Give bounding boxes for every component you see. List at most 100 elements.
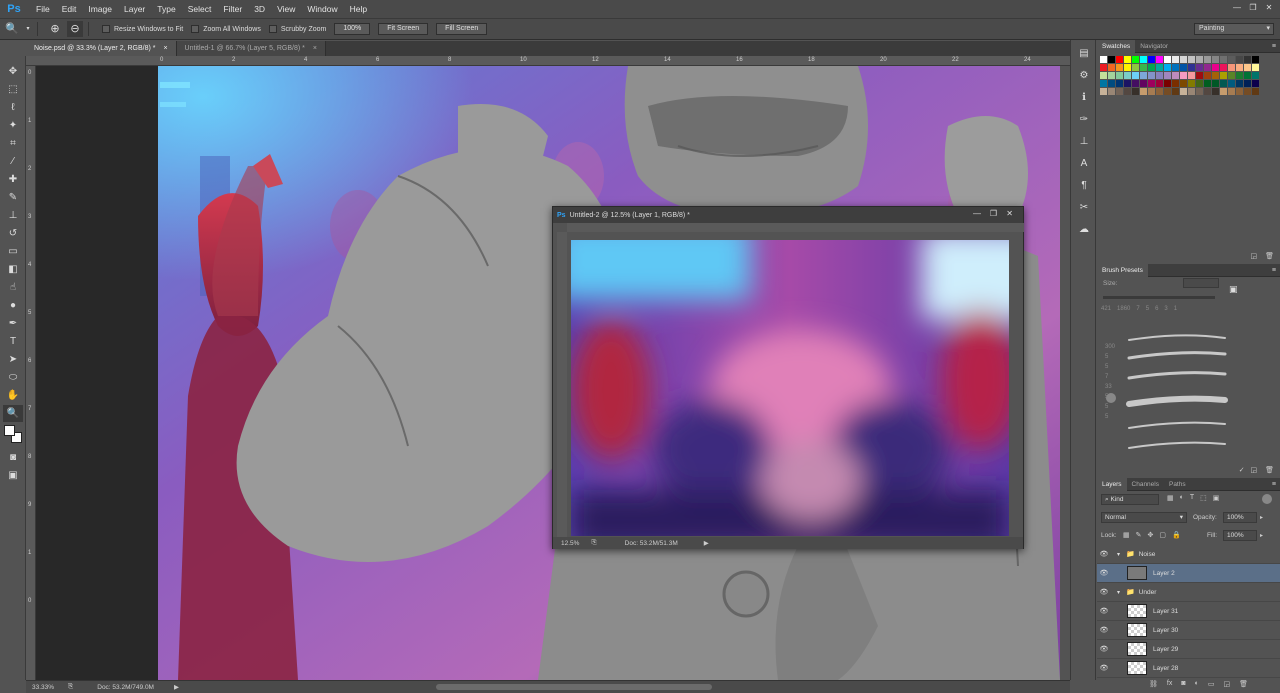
adjustment-layer-icon[interactable]: ◐ [1195,680,1199,688]
swatch[interactable] [1252,72,1259,79]
zoom-in-icon[interactable]: ⊕ [47,21,63,37]
swatch[interactable] [1172,80,1179,87]
visibility-eye-icon[interactable]: 👁 [1097,569,1111,577]
swatch[interactable] [1124,72,1131,79]
swatch[interactable] [1148,88,1155,95]
swatch[interactable] [1196,56,1203,63]
menu-filter[interactable]: Filter [217,0,248,19]
layer-filter-kind[interactable]: ⌕ Kind [1101,494,1159,505]
status-menu-arrow-icon[interactable]: ▶ [174,683,179,691]
swatch[interactable] [1244,56,1251,63]
menu-3d[interactable]: 3D [248,0,271,19]
swatch[interactable] [1212,56,1219,63]
visibility-eye-icon[interactable]: 👁 [1097,664,1111,672]
marquee-tool-icon[interactable]: ⬚ [3,81,23,98]
brush-tip-size[interactable]: 1860 [1117,306,1130,312]
paint-bucket-tool-icon[interactable]: ◧ [3,261,23,278]
zoom-100-button[interactable]: 100% [334,23,371,35]
lock-all-icon[interactable]: 🔒 [1172,531,1181,539]
trash-icon[interactable]: 🗑 [1265,253,1274,260]
healing-brush-tool-icon[interactable]: ✚ [3,171,23,188]
swatch[interactable] [1148,56,1155,63]
lock-position-icon[interactable]: ✥ [1148,531,1154,539]
visibility-eye-icon[interactable]: 👁 [1097,588,1111,596]
minimize-icon[interactable]: — [1230,1,1244,14]
swatch[interactable] [1132,64,1139,71]
brush-tip-size[interactable]: 1 [1174,306,1177,312]
lasso-tool-icon[interactable]: ℓ [3,99,23,116]
type-tool-icon[interactable]: T [3,333,23,350]
close-icon[interactable]: ✕ [1006,209,1013,218]
workspace-select[interactable]: Painting ▾ [1194,23,1274,35]
tab-layers[interactable]: Layers [1097,477,1127,491]
lock-transparent-icon[interactable]: ▦ [1123,531,1130,539]
menu-window[interactable]: Window [301,0,343,19]
swatch[interactable] [1252,64,1259,71]
swatch[interactable] [1148,72,1155,79]
group-expand-icon[interactable]: ▾ [1117,551,1120,558]
swatch[interactable] [1252,56,1259,63]
pen-tool-icon[interactable]: ✒ [3,315,23,332]
swatch[interactable] [1212,64,1219,71]
swatch[interactable] [1244,80,1251,87]
history-icon[interactable]: ▤ [1075,46,1093,62]
magic-wand-tool-icon[interactable]: ✦ [3,117,23,134]
swatch[interactable] [1172,88,1179,95]
swatch[interactable] [1164,56,1171,63]
swatch[interactable] [1108,72,1115,79]
swatch[interactable] [1188,56,1195,63]
properties-icon[interactable]: ⚙ [1075,68,1093,84]
swatch[interactable] [1220,80,1227,87]
quick-mask-icon[interactable]: ◙ [3,449,23,466]
swatch[interactable] [1116,88,1123,95]
fill-chevron-icon[interactable]: ▸ [1260,532,1263,539]
swatch[interactable] [1188,72,1195,79]
swatch[interactable] [1116,72,1123,79]
layer-mask-icon[interactable]: ◙ [1181,680,1185,688]
swatch[interactable] [1172,72,1179,79]
swatch[interactable] [1180,72,1187,79]
swatch[interactable] [1236,80,1243,87]
zoom-tool-icon[interactable]: 🔍 [4,21,20,37]
screen-mode-icon[interactable]: ▣ [3,467,23,484]
swatch[interactable] [1212,80,1219,87]
swatch[interactable] [1124,56,1131,63]
trash-icon[interactable]: 🗑 [1265,467,1274,474]
pixel-filter-icon[interactable]: ▦ [1167,494,1174,502]
info-icon[interactable]: ℹ [1075,90,1093,106]
zoom-all-windows-checkbox[interactable]: Zoom All Windows [191,25,261,33]
tab-noise-psd[interactable]: Noise.psd @ 33.3% (Layer 2, RGB/8) * × [26,41,177,56]
swatch[interactable] [1108,80,1115,87]
swatch[interactable] [1100,64,1107,71]
type-filter-icon[interactable]: T [1190,494,1194,502]
swatch[interactable] [1132,88,1139,95]
new-layer-icon[interactable]: ◲ [1223,680,1230,688]
swatch[interactable] [1100,56,1107,63]
swatch[interactable] [1220,64,1227,71]
clone-source-icon[interactable]: ⊥ [1075,134,1093,150]
tab-untitled-1[interactable]: Untitled-1 @ 66.7% (Layer 5, RGB/8) * × [176,41,326,56]
status-menu-arrow-icon[interactable]: ▶ [704,539,709,547]
swatch[interactable] [1204,80,1211,87]
eraser-tool-icon[interactable]: ▭ [3,243,23,260]
swatch[interactable] [1116,80,1123,87]
swatch[interactable] [1132,80,1139,87]
swatch[interactable] [1140,72,1147,79]
visibility-eye-icon[interactable]: 👁 [1097,626,1111,634]
swatch[interactable] [1228,72,1235,79]
swatch[interactable] [1188,80,1195,87]
smudge-tool-icon[interactable]: ☝ [3,279,23,296]
resize-windows-checkbox[interactable]: Resize Windows to Fit [102,25,183,33]
swatch[interactable] [1100,80,1107,87]
zoom-out-icon[interactable]: ⊖ [67,21,83,37]
tab-navigator[interactable]: Navigator [1135,40,1173,53]
swatch[interactable] [1148,80,1155,87]
swatch[interactable] [1244,72,1251,79]
swatch[interactable] [1220,88,1227,95]
opacity-input[interactable]: 100% [1223,512,1257,523]
share-icon[interactable]: ⎘ [591,539,596,547]
swatch[interactable] [1100,88,1107,95]
menu-file[interactable]: File [30,0,56,19]
panel-menu-icon[interactable]: ≡ [1272,481,1276,488]
swatch[interactable] [1108,64,1115,71]
